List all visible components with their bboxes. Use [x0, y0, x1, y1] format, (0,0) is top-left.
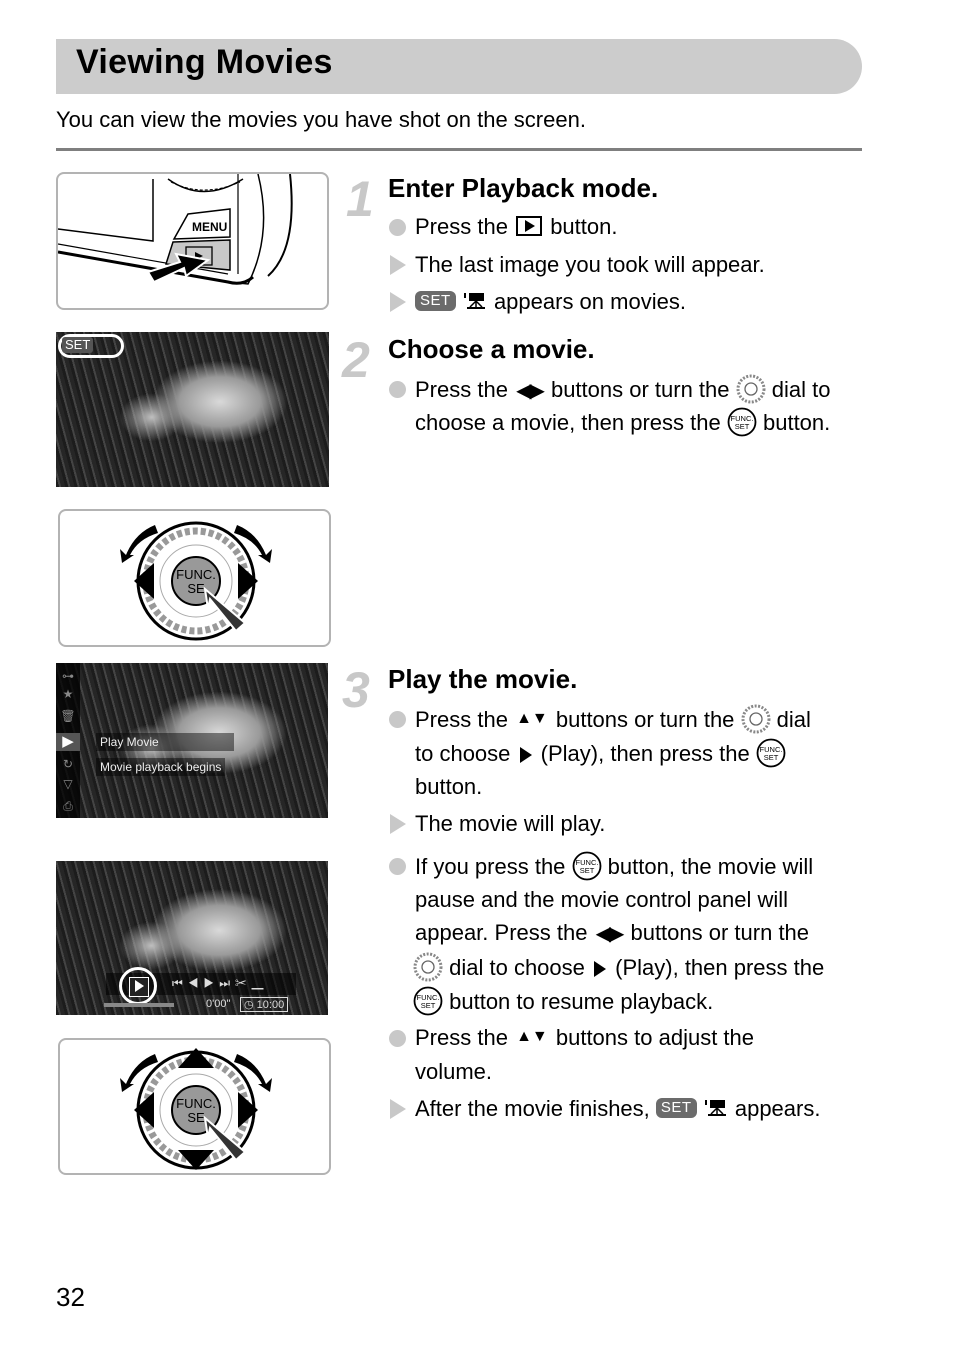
menu-item-play-movie[interactable]: Play Movie: [96, 733, 234, 751]
set-badge-icon: SET: [655, 1098, 697, 1119]
control-dial-icon: [741, 704, 771, 734]
total-time: 10:00: [256, 999, 285, 1011]
step-1-line-2: The last image you took will appear.: [415, 252, 765, 277]
movie-icon: [705, 1099, 727, 1117]
menu-item-description: Movie playback begins: [96, 758, 226, 776]
control-dial-icon: [736, 374, 766, 404]
func-set-button-icon: [572, 851, 602, 881]
svg-text:FUNC.: FUNC.: [176, 1096, 216, 1111]
result-bullet: [390, 1099, 406, 1119]
step-3-pause-line-3: appear. Press the ◀▶ buttons or turn the: [415, 920, 810, 945]
svg-text:FUNC.: FUNC.: [176, 567, 216, 582]
result-bullet: [390, 814, 406, 834]
step-3-line-2: to choose (Play), then press the: [415, 740, 786, 770]
action-bullet: [389, 711, 406, 728]
func-set-button-icon: [413, 986, 443, 1016]
total-time-box: ◷ 10:00: [240, 997, 289, 1012]
step-1-line-1: Press the button.: [415, 214, 618, 239]
play-icon: [594, 961, 607, 977]
func-set-button-icon: [756, 738, 786, 768]
step-2-line-1: Press the ◀▶ buttons or turn the dial to: [415, 376, 830, 406]
step-3-pause-line-2: pause and the movie control panel will: [415, 887, 789, 912]
step-3-line-3: button.: [415, 774, 483, 799]
set-badge-icon: SET: [62, 337, 94, 353]
result-bullet: [390, 255, 406, 275]
step-3-result-play: The movie will play.: [415, 811, 606, 836]
play-control-icon: [135, 980, 144, 992]
playback-button-icon: [516, 216, 543, 237]
dial-left-right-illustration: FUNC. SE: [58, 509, 331, 647]
playback-menu-photo: ⊶ ★ 🗑 ▶ ↻ ▽ ⎙ Play Movie Movie playback …: [56, 663, 328, 818]
set-badge-icon: SET: [415, 291, 456, 312]
step-3-volume-line-1: Press the ▲▼ buttons to adjust the: [415, 1025, 754, 1050]
print-icon: ⎙: [63, 799, 73, 813]
clock-icon: ◷: [244, 999, 254, 1011]
playback-controls[interactable]: ⏮◀▶⏭✂▁: [172, 976, 269, 991]
camera-back-drawing: MENU: [58, 174, 293, 285]
up-down-buttons-icon: ▲▼: [516, 1028, 548, 1046]
step-number-1: 1: [346, 171, 374, 227]
elapsed-time: 0'00": [206, 998, 231, 1010]
up-down-buttons-icon: ▲▼: [516, 710, 548, 727]
divider: [56, 148, 862, 151]
movie-control-panel-photo: ⏮◀▶⏭✂▁ 0'00" ◷ 10:00: [56, 861, 328, 1015]
func-set-button-icon: [727, 407, 757, 437]
action-bullet: [389, 219, 406, 236]
step-number-2: 2: [342, 332, 370, 388]
page-number: 32: [56, 1282, 85, 1312]
movie-icon: [464, 292, 486, 310]
step-3-line-1: Press the ▲▼ buttons or turn the dial: [415, 706, 811, 736]
filter-icon: ▽: [63, 777, 73, 791]
rotate-icon: ↻: [62, 757, 74, 771]
play-icon[interactable]: ▶: [56, 733, 80, 751]
trash-icon: 🗑: [60, 709, 76, 723]
step-3-volume-line-2: volume.: [415, 1059, 493, 1084]
title-bar: Viewing Movies: [56, 39, 862, 94]
function-menu-sidebar: ⊶ ★ 🗑 ▶ ↻ ▽ ⎙: [56, 663, 80, 818]
favorite-star-icon: ★: [62, 687, 74, 701]
intro-text: You can view the movies you have shot on…: [56, 107, 586, 132]
play-icon: [519, 747, 532, 763]
step-3-pause-line-4: dial to choose (Play), then press the: [413, 954, 824, 984]
progress-bar[interactable]: [104, 1003, 174, 1007]
protect-icon: ⊶: [62, 669, 74, 683]
step-2-title: Choose a movie.: [388, 334, 595, 364]
svg-text:SE: SE: [187, 581, 205, 596]
step-3-finish-line: After the movie finishes, SET appears.: [415, 1096, 821, 1121]
svg-text:SE: SE: [187, 1110, 205, 1125]
camera-illustration: MENU: [56, 172, 329, 310]
step-3-pause-line-5: button to resume playback.: [413, 988, 713, 1018]
menu-button-label: MENU: [192, 220, 227, 234]
step-3-title: Play the movie.: [388, 664, 578, 694]
step-1-line-3: SET appears on movies.: [415, 289, 686, 315]
step-1-title: Enter Playback mode.: [388, 173, 659, 203]
step-3-pause-line-1: If you press the button, the movie will: [415, 853, 813, 883]
movie-thumbnail-photo: SET: [56, 332, 329, 487]
result-bullet: [390, 292, 406, 312]
left-right-buttons-icon: ◀▶: [516, 379, 545, 402]
action-bullet: [389, 1030, 406, 1047]
action-bullet: [389, 381, 406, 398]
left-right-buttons-icon: ◀▶: [595, 922, 625, 945]
step-2-line-2: choose a movie, then press the button.: [415, 409, 830, 439]
control-dial-icon: [413, 952, 443, 982]
step-number-3: 3: [342, 662, 370, 718]
action-bullet: [389, 858, 406, 875]
page-title: Viewing Movies: [76, 43, 333, 81]
dial-four-way-illustration: FUNC. SE: [58, 1038, 331, 1175]
